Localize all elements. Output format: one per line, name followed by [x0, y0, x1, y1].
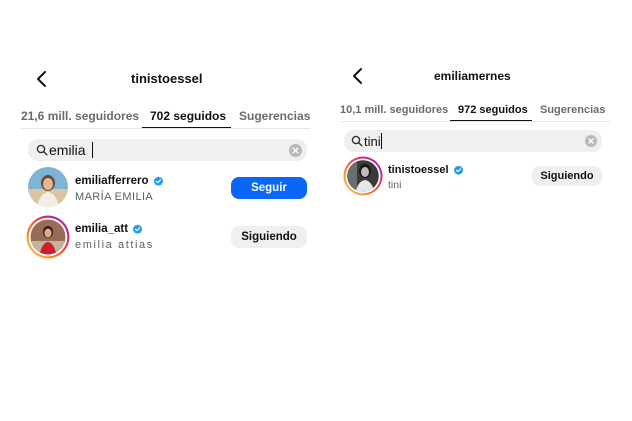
verified-badge-icon	[153, 175, 164, 187]
tab-followers[interactable]: 10,1 mill. seguidores	[340, 104, 448, 116]
back-arrow-icon[interactable]	[350, 66, 366, 86]
full-name: emilia attias	[75, 239, 154, 251]
tab-following[interactable]: 972 seguidos	[458, 104, 528, 116]
search-input[interactable]	[364, 132, 514, 150]
username-text: emiliafferrero	[75, 175, 149, 187]
back-arrow-icon[interactable]	[34, 69, 50, 89]
tab-suggestions[interactable]: Sugerencias	[540, 104, 605, 116]
avatar[interactable]	[28, 167, 68, 207]
tab-following[interactable]: 702 seguidos	[150, 109, 226, 123]
avatar[interactable]	[343, 156, 383, 196]
tab-followers[interactable]: 21,6 mill. seguidores	[21, 109, 139, 123]
search-bar[interactable]	[344, 130, 602, 152]
search-icon	[351, 135, 363, 147]
search-bar[interactable]	[28, 139, 307, 161]
username-text: emilia_att	[75, 223, 129, 235]
full-name: tini	[388, 179, 402, 191]
verified-badge-icon	[453, 164, 464, 176]
full-name: MARÍA EMILIA	[75, 191, 154, 203]
follow-button[interactable]: Seguir	[231, 177, 307, 199]
verified-badge-icon	[132, 223, 143, 235]
following-button[interactable]: Siguiendo	[532, 166, 602, 186]
tab-divider	[21, 128, 310, 129]
text-caret	[381, 133, 382, 149]
search-icon	[36, 144, 48, 156]
page-title: emiliamernes	[434, 69, 511, 83]
tab-divider	[340, 121, 610, 122]
following-button[interactable]: Siguiendo	[231, 226, 307, 248]
username-text: tinistoessel	[388, 164, 449, 176]
clear-icon[interactable]	[585, 135, 597, 147]
page-title: tinistoessel	[131, 71, 203, 86]
username[interactable]: emilia_att	[75, 223, 143, 235]
avatar[interactable]	[26, 215, 70, 259]
right-following-panel: emiliamernes 10,1 mill. seguidores 972 s…	[330, 0, 632, 421]
clear-icon[interactable]	[289, 144, 302, 157]
username[interactable]: emiliafferrero	[75, 175, 164, 187]
search-input[interactable]	[49, 141, 209, 159]
username[interactable]: tinistoessel	[388, 164, 464, 176]
left-following-panel: tinistoessel 21,6 mill. seguidores 702 s…	[0, 0, 320, 421]
text-caret	[92, 142, 93, 158]
tab-suggestions[interactable]: Sugerencias	[239, 109, 310, 123]
